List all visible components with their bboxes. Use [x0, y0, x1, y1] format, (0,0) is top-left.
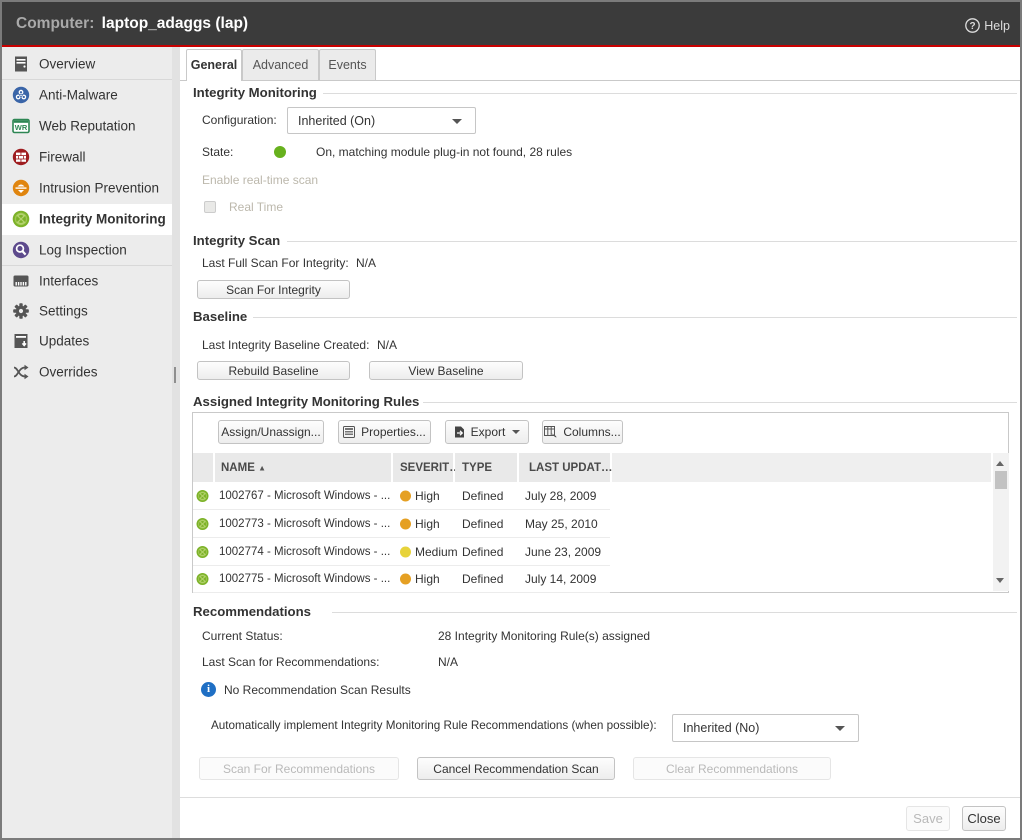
svg-text:WR: WR: [15, 123, 28, 132]
svg-text:?: ?: [970, 21, 976, 32]
